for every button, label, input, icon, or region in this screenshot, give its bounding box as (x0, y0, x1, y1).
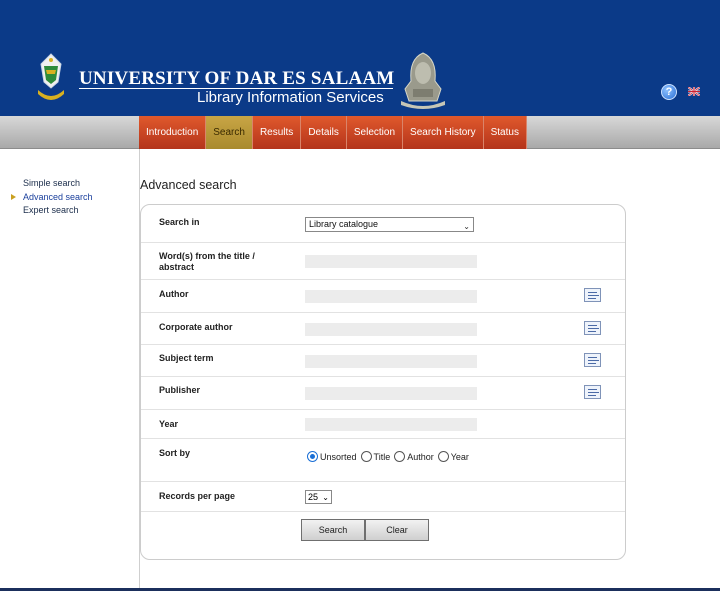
sidebar-item-advanced-search[interactable]: Advanced search (0, 192, 139, 206)
search-button[interactable]: Search (301, 519, 365, 541)
publisher-input[interactable] (305, 387, 477, 400)
row-subject-term: Subject term (141, 345, 625, 377)
page-title: Advanced search (140, 178, 237, 192)
row-words: Word(s) from the title / abstract (141, 243, 625, 280)
subject-term-input[interactable] (305, 355, 477, 368)
row-corporate-author: Corporate author (141, 313, 625, 345)
university-name: UNIVERSITY OF DAR ES SALAAM (79, 68, 395, 89)
records-per-page-select[interactable]: 25 ⌄ (305, 490, 332, 504)
arrow-right-icon (11, 193, 16, 200)
uk-flag-icon[interactable] (688, 87, 700, 96)
tab-selection[interactable]: Selection (346, 116, 404, 149)
row-sort-by: Sort by Unsorted Title Author Year (141, 439, 625, 482)
nav-tabs: Introduction Search Results Details Sele… (139, 116, 527, 149)
university-seal-right (401, 52, 445, 109)
author-index-list-icon[interactable] (584, 288, 601, 302)
row-author: Author (141, 280, 625, 313)
corporate-author-input[interactable] (305, 323, 477, 336)
sort-unsorted-label: Unsorted (320, 451, 357, 462)
sort-unsorted-radio[interactable] (307, 451, 318, 462)
row-publisher: Publisher (141, 377, 625, 410)
words-input[interactable] (305, 255, 477, 268)
subject-term-index-list-icon[interactable] (584, 353, 601, 367)
records-per-page-label: Records per page (159, 491, 236, 501)
sort-author-label: Author (407, 451, 434, 462)
sidebar-item-label: Advanced search (23, 191, 93, 202)
search-in-label: Search in (159, 217, 200, 227)
advanced-search-form: Search in Library catalogue ⌄ Word(s) fr… (140, 204, 626, 560)
tab-details[interactable]: Details (301, 116, 347, 149)
author-label: Author (159, 289, 189, 299)
university-crest-left (38, 53, 64, 100)
sort-by-label: Sort by (159, 448, 191, 458)
sort-by-radio-group: Unsorted Title Author Year (307, 451, 473, 462)
sort-year-label: Year (450, 451, 469, 462)
row-year: Year (141, 410, 625, 439)
sort-year-radio[interactable] (437, 451, 449, 462)
search-in-value: Library catalogue (309, 219, 379, 229)
publisher-label: Publisher (159, 385, 201, 395)
clear-button[interactable]: Clear (365, 519, 429, 541)
publisher-index-list-icon[interactable] (584, 385, 601, 399)
sort-title-radio[interactable] (360, 451, 372, 462)
chevron-down-icon: ⌄ (463, 222, 470, 231)
sidebar-item-expert-search[interactable]: Expert search (0, 205, 139, 219)
author-input[interactable] (305, 290, 477, 303)
subject-term-label: Subject term (159, 353, 214, 363)
sidebar-item-simple-search[interactable]: Simple search (0, 178, 139, 192)
sidebar: Simple search Advanced search Expert sea… (0, 178, 139, 219)
search-in-select[interactable]: Library catalogue ⌄ (305, 217, 474, 232)
tab-search-history[interactable]: Search History (403, 116, 484, 149)
words-label: Word(s) from the title / abstract (159, 251, 255, 272)
year-label: Year (159, 419, 179, 429)
row-records-per-page: Records per page 25 ⌄ (141, 482, 625, 512)
tab-results[interactable]: Results (252, 116, 302, 149)
tab-introduction[interactable]: Introduction (139, 116, 207, 149)
sort-author-radio[interactable] (394, 451, 406, 462)
corporate-author-label: Corporate author (159, 322, 233, 332)
row-search-in: Search in Library catalogue ⌄ (141, 205, 625, 243)
year-input[interactable] (305, 418, 477, 431)
chevron-down-icon: ⌄ (322, 493, 329, 502)
tab-search[interactable]: Search (206, 116, 253, 149)
help-icon[interactable]: ? (661, 84, 677, 100)
tab-status[interactable]: Status (483, 116, 527, 149)
corporate-author-index-list-icon[interactable] (584, 321, 601, 335)
sort-title-label: Title (373, 451, 391, 462)
records-per-page-value: 25 (308, 492, 319, 502)
page-header: UNIVERSITY OF DAR ES SALAAM Library Info… (0, 0, 720, 116)
header-subtitle: Library Information Services (197, 89, 384, 106)
